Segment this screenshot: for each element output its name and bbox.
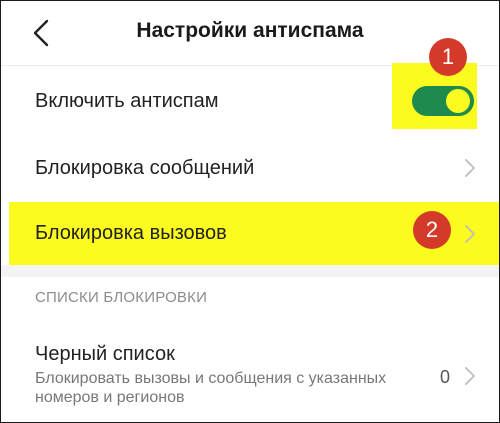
chevron-right-icon [465,367,475,385]
blacklist-title: Черный список [35,343,175,365]
message-blocking-label: Блокировка сообщений [35,156,255,179]
enable-antispam-toggle[interactable] [412,86,474,116]
header: Настройки антиспама [1,1,499,65]
annotation-badge-2: 2 [413,211,451,249]
section-separator [1,265,499,277]
page-title: Настройки антиспама [136,19,364,42]
call-blocking-label: Блокировка вызовов [35,222,227,244]
blacklist-description: Блокировать вызовы и сообщения с указанн… [35,370,387,406]
blacklist-count: 0 [440,367,451,387]
annotation-badge-1: 1 [429,38,467,76]
toggle-knob [446,89,470,113]
chevron-right-icon [465,159,475,177]
screen: Настройки антиспама Включить антиспам 1 … [0,0,500,423]
chevron-right-icon [465,225,475,243]
enable-antispam-label: Включить антиспам [35,89,219,112]
section-header-blocklists: СПИСКИ БЛОКИРОВКИ [35,289,208,306]
message-blocking-row[interactable]: Блокировка сообщений [1,136,499,200]
